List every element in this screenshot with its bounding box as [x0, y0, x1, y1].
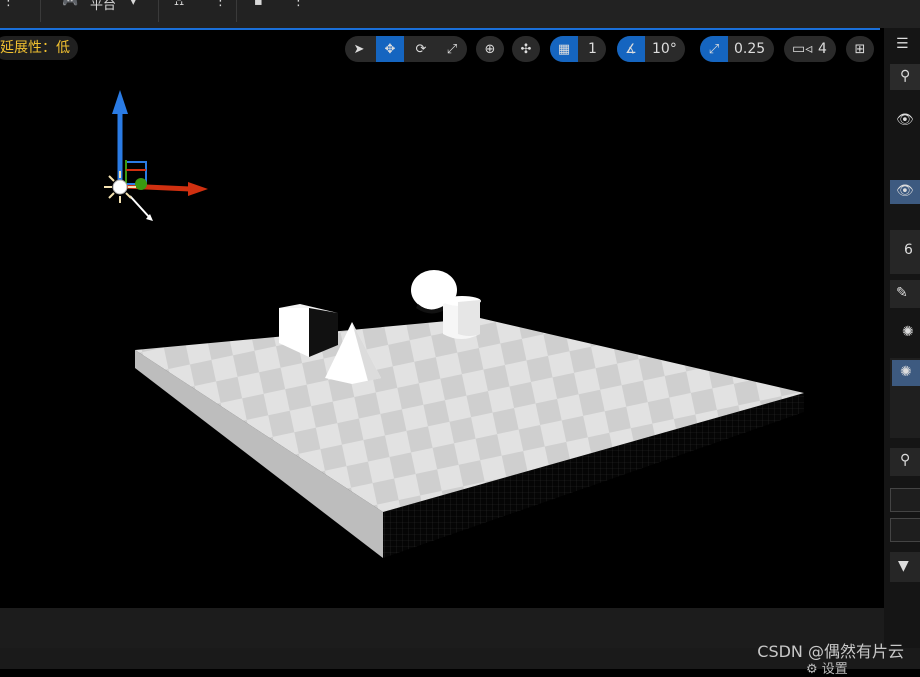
gear-icon: ⚙: [806, 662, 818, 677]
triangle-down-icon: ▼: [898, 558, 909, 574]
outliner-count-box: 6: [890, 230, 920, 274]
scale-icon: ⤢: [446, 41, 458, 57]
bottom-panel: [0, 608, 884, 648]
details-field[interactable]: [890, 488, 920, 512]
level-editor-toolbar: ⋮ 🎮 平台 ▾ ⛼ ⋮ ▪ ⋮: [0, 0, 920, 30]
scale-tool-button[interactable]: ⤢: [438, 36, 466, 62]
search-icon: ⚲: [900, 452, 911, 468]
outliner-selected-row[interactable]: 👁: [890, 180, 920, 204]
translate-tool-button[interactable]: ✥: [376, 36, 404, 62]
scale-snap-icon: ⤢: [708, 41, 720, 57]
rotation-snap-toggle[interactable]: ∡: [617, 36, 645, 62]
scalability-warning[interactable]: 延展性：低: [0, 36, 78, 60]
grid-snap-toggle[interactable]: ▦: [550, 36, 578, 62]
content-more-button[interactable]: ⋮: [214, 0, 227, 9]
eye-icon: 👁: [896, 183, 914, 199]
grid-snap-value[interactable]: 1: [588, 36, 597, 62]
rotate-tool-button[interactable]: ⟳: [407, 36, 435, 62]
rotation-snap-group: ∡ 10°: [617, 36, 685, 62]
move-icon: ✥: [384, 41, 396, 57]
light-icon: ✺: [900, 364, 912, 380]
settings-button[interactable]: ⚙ 设置: [806, 658, 848, 677]
search-icon: ⚲: [900, 68, 911, 84]
rotation-snap-value[interactable]: 10°: [652, 36, 677, 62]
transform-tools-group: ➤ ✥ ⟳ ⤢: [345, 36, 467, 62]
toolbar-divider: [236, 0, 237, 22]
select-tool-button[interactable]: ➤: [345, 36, 373, 62]
actor-count-text: 6: [904, 242, 913, 258]
layout-grid-icon: ⊞: [854, 41, 866, 57]
camera-icon: ▭◃: [792, 41, 813, 57]
angle-icon: ∡: [625, 41, 637, 57]
viewport-layout-button[interactable]: ⊞: [846, 36, 874, 62]
scale-snap-group: ⤢ 0.25: [700, 36, 774, 62]
camera-speed-button[interactable]: ▭◃ 4: [784, 36, 836, 62]
outliner-menu-icon[interactable]: ☰: [896, 36, 909, 52]
details-field[interactable]: [890, 518, 920, 542]
cursor-icon: ➤: [353, 41, 365, 57]
selected-component-row[interactable]: ✺: [892, 360, 920, 386]
settings-label: 设置: [821, 662, 848, 677]
details-component-list: ✺: [890, 358, 920, 438]
globe-icon: ⊕: [484, 41, 496, 57]
coordinate-space-button[interactable]: ⊕: [476, 36, 504, 62]
details-header: ✎: [890, 280, 920, 308]
scale-snap-value[interactable]: 0.25: [734, 36, 765, 62]
light-icon[interactable]: ✺: [902, 324, 914, 340]
toolbar-more-button[interactable]: ⋮: [2, 0, 15, 9]
details-section-header[interactable]: ▼: [890, 552, 920, 582]
toolbar-divider: [158, 0, 159, 22]
surface-snap-icon: ✣: [520, 41, 532, 57]
level-viewport[interactable]: 延展性：低 ➤ ✥ ⟳ ⤢ ⊕ ✣ ▦ 1 ∡ 10° ⤢ 0.25 ▭◃ 4 …: [0, 30, 884, 608]
scale-snap-toggle[interactable]: ⤢: [700, 36, 728, 62]
floor-top: [135, 318, 804, 512]
camera-speed-value: 4: [818, 41, 827, 57]
outliner-panel: ☰ ⚲ 👁 👁 6 ✎ ✺ ✺ ⚲ ▼: [884, 28, 920, 669]
chevron-down-icon[interactable]: ▾: [130, 0, 137, 9]
toolbar-divider: [40, 0, 41, 22]
details-search-bar[interactable]: ⚲: [890, 448, 920, 476]
outliner-search-bar[interactable]: ⚲: [890, 64, 920, 90]
platform-menu-label[interactable]: 平台: [90, 0, 116, 13]
eye-icon[interactable]: 👁: [896, 112, 914, 128]
scene-render: [104, 90, 804, 558]
grid-snap-group: ▦ 1: [550, 36, 606, 62]
grid-icon: ▦: [557, 41, 571, 57]
rotate-icon: ⟳: [415, 41, 427, 57]
cinematics-more-button[interactable]: ⋮: [292, 0, 305, 9]
cinematics-icon[interactable]: ▪: [254, 0, 263, 9]
surface-snapping-button[interactable]: ✣: [512, 36, 540, 62]
gamepad-icon[interactable]: 🎮: [62, 0, 78, 9]
content-icon[interactable]: ⛼: [174, 0, 184, 11]
pencil-icon[interactable]: ✎: [896, 285, 908, 301]
